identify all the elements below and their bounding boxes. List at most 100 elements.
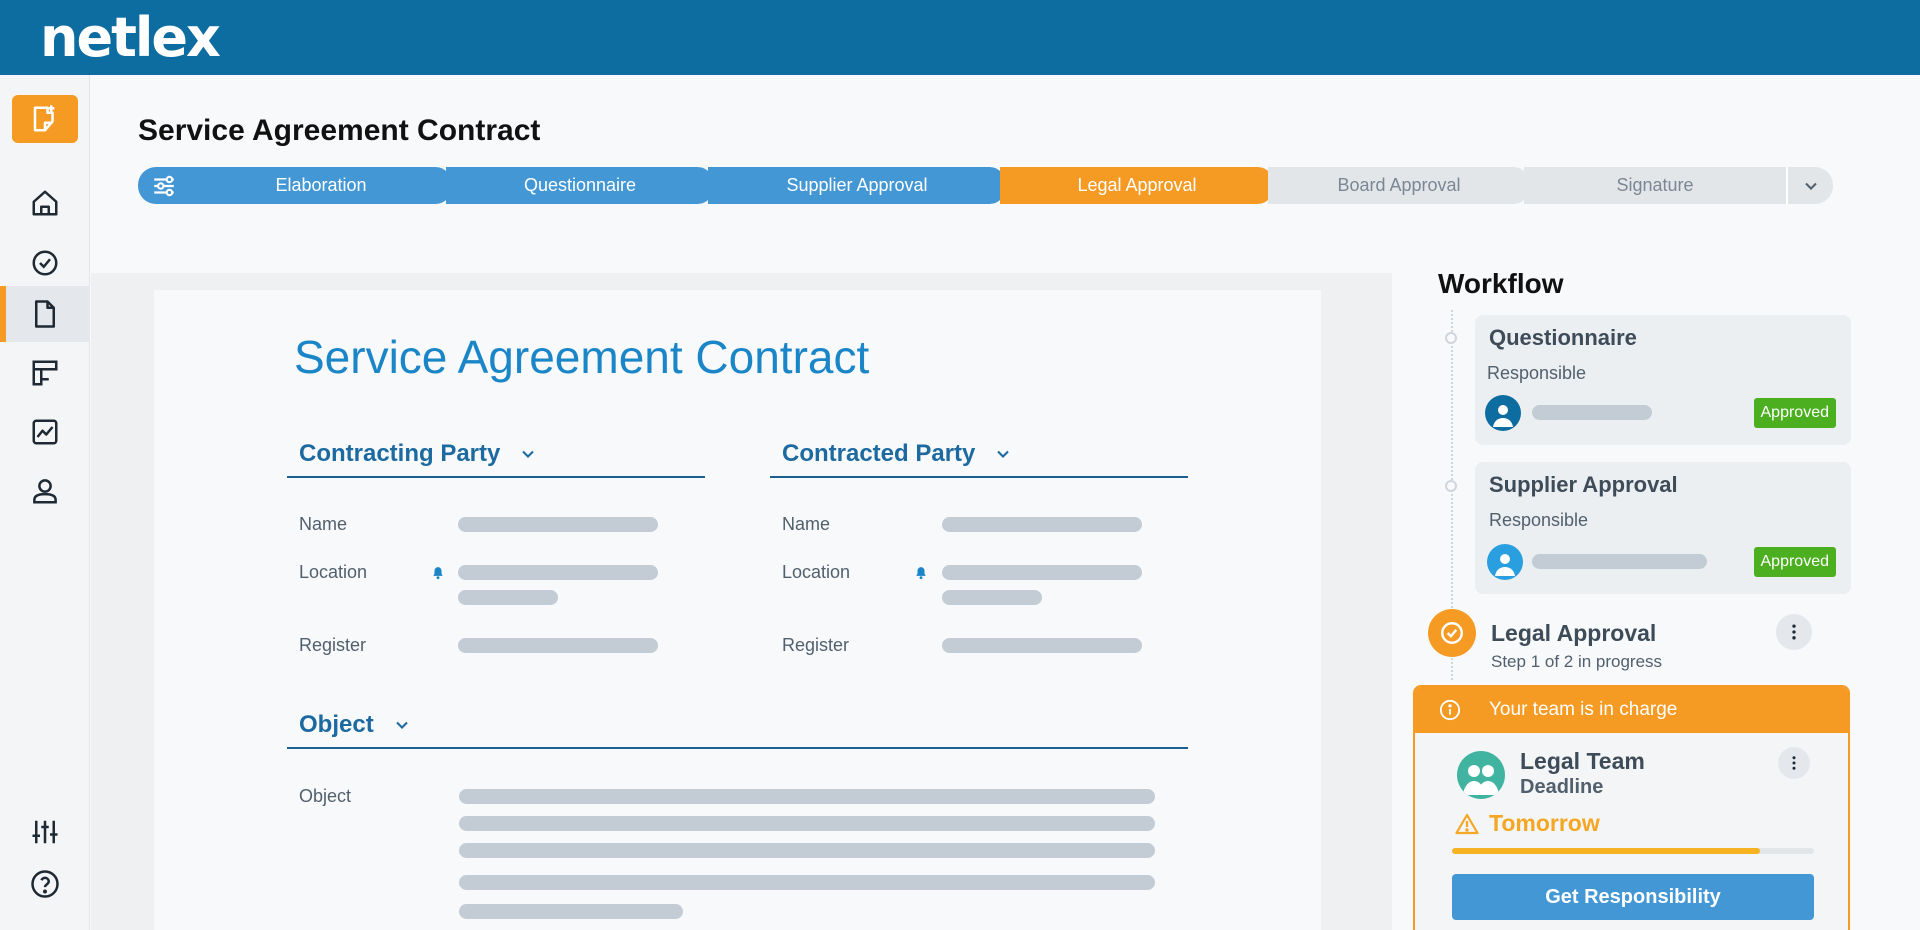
responsible-label: Responsible bbox=[1489, 510, 1589, 530]
avatar bbox=[1485, 395, 1521, 431]
check-circle-icon bbox=[1441, 622, 1463, 644]
charge-notice: Your team is in charge bbox=[1415, 687, 1848, 733]
more-vertical-icon bbox=[1792, 624, 1796, 640]
page-title: Service Agreement Contract bbox=[138, 114, 541, 147]
object-header[interactable]: Object bbox=[287, 703, 1188, 749]
team-avatar bbox=[1457, 751, 1505, 799]
sidebar-item-tasks[interactable] bbox=[0, 235, 90, 291]
deadline-progress-fill bbox=[1452, 848, 1760, 854]
sidebar-item-profile[interactable] bbox=[0, 463, 90, 519]
object-line bbox=[459, 789, 1155, 804]
new-document-icon bbox=[33, 105, 55, 132]
contracted-location-value bbox=[942, 565, 1142, 580]
sidebar-item-home[interactable] bbox=[0, 175, 90, 231]
sidebar bbox=[0, 75, 90, 930]
responsible-name bbox=[1532, 554, 1707, 569]
avatar bbox=[1487, 544, 1523, 580]
workflow-card-supplier-approval[interactable]: Supplier Approval Responsible Approved bbox=[1475, 462, 1851, 594]
filter-sliders-icon bbox=[154, 175, 174, 196]
step-supplier-approval[interactable]: Supplier Approval bbox=[708, 167, 1008, 204]
contracting-location-value bbox=[458, 565, 658, 580]
step-signature[interactable]: Signature bbox=[1524, 167, 1788, 204]
contracting-name-label: Name bbox=[299, 514, 348, 534]
timeline-dot bbox=[1445, 332, 1457, 344]
stepper-expand-button[interactable] bbox=[1788, 167, 1833, 204]
chart-icon bbox=[32, 419, 58, 445]
warning-icon bbox=[1455, 813, 1479, 834]
responsible-name bbox=[1532, 405, 1652, 420]
contracting-party-header[interactable]: Contracting Party bbox=[287, 432, 705, 478]
step-questionnaire[interactable]: Questionnaire bbox=[446, 167, 716, 204]
document-page: Service Agreement Contract Contracting P… bbox=[154, 290, 1321, 930]
chevron-down-icon bbox=[1804, 182, 1817, 190]
deadline-progress-bar bbox=[1452, 848, 1814, 854]
team-name: Legal Team bbox=[1520, 748, 1645, 774]
contracting-party-title: Contracting Party bbox=[299, 440, 501, 467]
contracting-register-label: Register bbox=[299, 635, 367, 655]
deadline-label: Deadline bbox=[1520, 776, 1604, 798]
legal-approval-title: Legal Approval bbox=[1491, 620, 1657, 646]
legal-approval-menu-button[interactable] bbox=[1776, 614, 1812, 650]
info-icon bbox=[1439, 699, 1461, 721]
stepper-filter-button[interactable] bbox=[138, 167, 190, 204]
sliders-icon bbox=[32, 820, 58, 844]
timeline-dot bbox=[1445, 480, 1457, 492]
document-icon bbox=[35, 300, 55, 328]
team-icon bbox=[1463, 765, 1499, 795]
user-avatar-icon bbox=[1493, 405, 1513, 427]
bell-icon[interactable] bbox=[914, 565, 928, 581]
contracted-location-value-2 bbox=[942, 590, 1042, 605]
workflow-stepper: Elaboration Questionnaire Supplier Appro… bbox=[138, 167, 1833, 204]
legal-approval-step-icon bbox=[1428, 609, 1476, 657]
check-circle-icon bbox=[32, 250, 58, 276]
contracted-party-title: Contracted Party bbox=[782, 440, 976, 467]
legal-approval-subtitle: Step 1 of 2 in progress bbox=[1491, 652, 1663, 671]
document-title: Service Agreement Contract bbox=[294, 331, 870, 383]
object-line bbox=[459, 875, 1155, 890]
board-icon bbox=[32, 360, 58, 386]
chevron-down-icon bbox=[997, 450, 1010, 458]
chevron-down-icon bbox=[395, 721, 408, 729]
contracted-register-value bbox=[942, 638, 1142, 653]
object-line bbox=[459, 816, 1155, 831]
sidebar-item-documents[interactable] bbox=[0, 286, 90, 342]
top-bar: netlex bbox=[0, 0, 1920, 75]
card-title: Supplier Approval bbox=[1489, 472, 1678, 497]
deadline-value: Tomorrow bbox=[1455, 810, 1600, 837]
user-avatar-icon bbox=[1495, 554, 1515, 576]
user-icon bbox=[33, 479, 57, 504]
object-line bbox=[459, 904, 683, 919]
document-area: Service Agreement Contract Contracting P… bbox=[91, 273, 1392, 930]
object-line bbox=[459, 843, 1155, 858]
step-board-approval[interactable]: Board Approval bbox=[1268, 167, 1532, 204]
object-label: Object bbox=[299, 786, 352, 806]
team-menu-button[interactable] bbox=[1778, 747, 1810, 779]
status-badge: Approved bbox=[1753, 398, 1836, 428]
charge-notice-text: Your team is in charge bbox=[1489, 699, 1678, 720]
home-icon bbox=[32, 190, 58, 216]
sidebar-item-help[interactable] bbox=[0, 856, 90, 912]
sidebar-item-analytics[interactable] bbox=[0, 404, 90, 460]
step-elaboration[interactable]: Elaboration bbox=[190, 167, 454, 204]
deadline-value-text: Tomorrow bbox=[1489, 810, 1600, 836]
workflow-card-questionnaire[interactable]: Questionnaire Responsible Approved bbox=[1475, 315, 1851, 445]
more-vertical-icon bbox=[1792, 756, 1796, 770]
sidebar-item-boards[interactable] bbox=[0, 345, 90, 401]
get-responsibility-button[interactable]: Get Responsibility bbox=[1452, 874, 1814, 920]
new-document-button[interactable] bbox=[12, 95, 78, 143]
contracted-register-label: Register bbox=[782, 635, 850, 655]
object-title: Object bbox=[299, 711, 374, 738]
bell-icon[interactable] bbox=[431, 565, 445, 581]
status-badge: Approved bbox=[1753, 547, 1836, 577]
contracting-name-value bbox=[458, 517, 658, 532]
contracted-party-header[interactable]: Contracted Party bbox=[770, 432, 1188, 478]
contracted-name-label: Name bbox=[782, 514, 831, 534]
sidebar-item-settings[interactable] bbox=[0, 804, 90, 860]
responsible-label: Responsible bbox=[1487, 363, 1587, 383]
workflow-title: Workflow bbox=[1438, 268, 1564, 299]
chevron-down-icon bbox=[522, 450, 535, 458]
help-icon bbox=[31, 870, 59, 898]
card-title: Questionnaire bbox=[1489, 325, 1637, 350]
step-legal-approval[interactable]: Legal Approval bbox=[1000, 167, 1276, 204]
netlex-logo[interactable]: netlex bbox=[40, 8, 221, 68]
